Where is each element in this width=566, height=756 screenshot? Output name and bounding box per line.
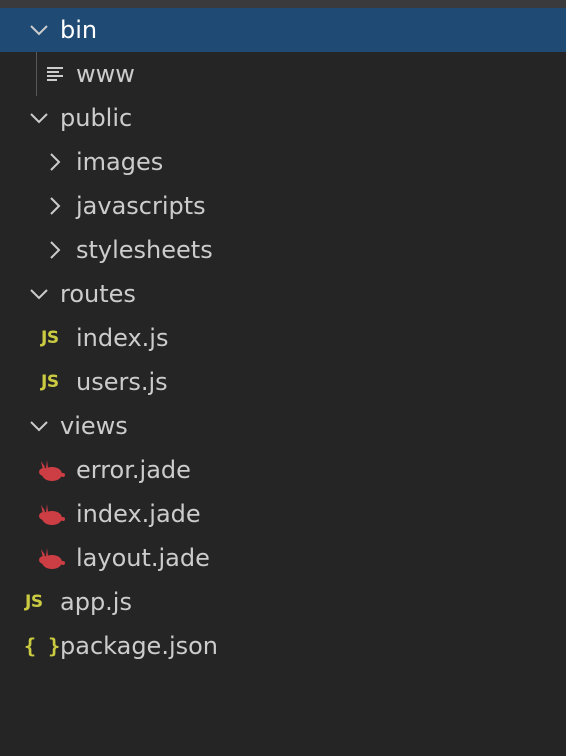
- tree-item-users-js-file[interactable]: JS users.js: [0, 360, 566, 404]
- javascript-file-icon: JS: [41, 328, 59, 348]
- chevron-down-icon[interactable]: [28, 272, 52, 316]
- chevron-right-icon[interactable]: [46, 140, 70, 184]
- chevron-right-icon[interactable]: [46, 228, 70, 272]
- tree-item-javascripts-folder[interactable]: javascripts: [0, 184, 566, 228]
- tree-item-label: app.js: [60, 588, 132, 616]
- tree-item-index-js-file[interactable]: JS index.js: [0, 316, 566, 360]
- tree-item-label: layout.jade: [76, 544, 210, 572]
- tree-item-index-jade-file[interactable]: index.jade: [0, 492, 566, 536]
- jade-rabbit-icon: [38, 536, 65, 580]
- javascript-file-icon: JS: [41, 372, 59, 392]
- file-explorer-tree: bin www public images javascripts styles…: [0, 8, 566, 668]
- chevron-down-icon[interactable]: [28, 96, 52, 140]
- tree-item-label: javascripts: [76, 192, 206, 220]
- tree-item-routes-folder[interactable]: routes: [0, 272, 566, 316]
- tree-item-label: public: [60, 104, 133, 132]
- tree-item-label: error.jade: [76, 456, 191, 484]
- jade-rabbit-icon: [38, 492, 65, 536]
- chevron-right-icon[interactable]: [46, 184, 70, 228]
- tree-item-label: views: [60, 412, 128, 440]
- tree-item-label: bin: [60, 16, 98, 44]
- tree-item-label: index.js: [76, 324, 169, 352]
- chevron-down-icon[interactable]: [28, 404, 52, 448]
- indent-guide: [36, 52, 37, 96]
- tree-item-package-json-file[interactable]: { } package.json: [0, 624, 566, 668]
- tree-item-label: www: [76, 60, 135, 88]
- json-braces-icon: { }: [24, 634, 61, 658]
- tree-item-stylesheets-folder[interactable]: stylesheets: [0, 228, 566, 272]
- text-file-icon: [46, 52, 72, 96]
- tree-item-label: users.js: [76, 368, 168, 396]
- chevron-down-icon[interactable]: [28, 8, 52, 52]
- panel-top-border: [0, 0, 566, 8]
- tree-item-bin-folder[interactable]: bin: [0, 8, 566, 52]
- tree-item-label: index.jade: [76, 500, 201, 528]
- jade-rabbit-icon: [38, 448, 65, 492]
- tree-item-label: stylesheets: [76, 236, 213, 264]
- tree-item-views-folder[interactable]: views: [0, 404, 566, 448]
- tree-item-images-folder[interactable]: images: [0, 140, 566, 184]
- tree-item-label: routes: [60, 280, 136, 308]
- tree-item-app-js-file[interactable]: JS app.js: [0, 580, 566, 624]
- tree-item-www-file[interactable]: www: [0, 52, 566, 96]
- tree-item-error-jade-file[interactable]: error.jade: [0, 448, 566, 492]
- javascript-file-icon: JS: [25, 592, 43, 612]
- tree-item-public-folder[interactable]: public: [0, 96, 566, 140]
- tree-item-label: images: [76, 148, 164, 176]
- tree-item-label: package.json: [60, 632, 219, 660]
- tree-item-layout-jade-file[interactable]: layout.jade: [0, 536, 566, 580]
